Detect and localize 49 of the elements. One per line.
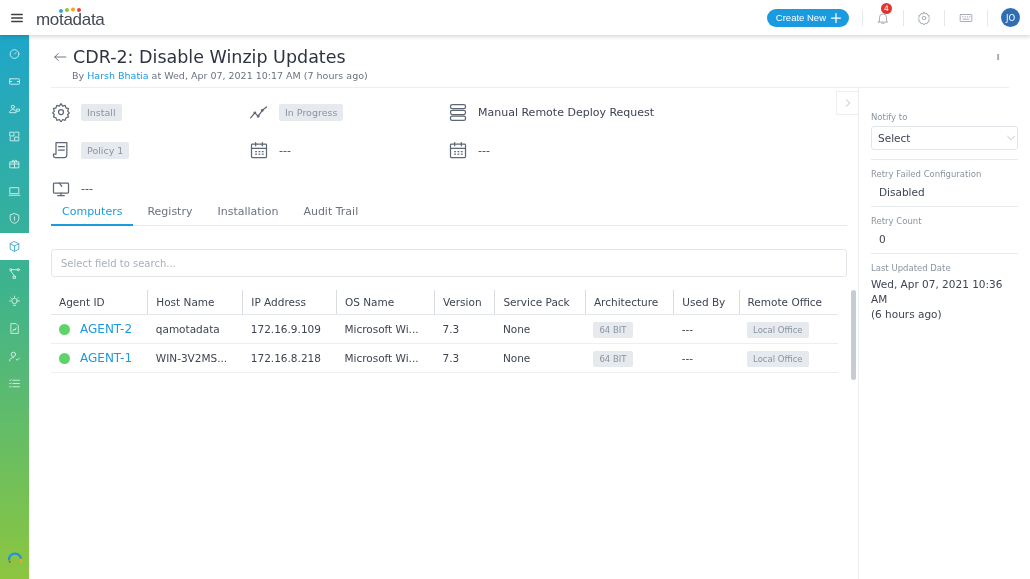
field-label: Retry Count bbox=[871, 216, 923, 226]
page-title: CDR-2: Disable Winzip Updates bbox=[73, 47, 346, 67]
status-tag: In Progress bbox=[279, 103, 344, 121]
table-cell: Microsoft Wi... bbox=[344, 323, 419, 335]
tag: 64 BIT bbox=[593, 322, 633, 338]
column-header[interactable]: Remote Office bbox=[739, 290, 838, 315]
tag: Local Office bbox=[747, 351, 809, 367]
detail-value: --- bbox=[279, 143, 291, 157]
column-header[interactable]: Version bbox=[434, 290, 495, 315]
field-label: Notify to bbox=[871, 112, 909, 122]
column-header[interactable]: Agent ID bbox=[51, 290, 148, 315]
status-tag: Policy 1 bbox=[81, 141, 130, 159]
tab[interactable]: Registry bbox=[136, 199, 204, 226]
logo[interactable]: motadata bbox=[36, 11, 105, 28]
detail-value: --- bbox=[81, 181, 93, 195]
tag: 64 BIT bbox=[593, 351, 633, 367]
field-value: Disabled bbox=[878, 185, 926, 200]
tag: Local Office bbox=[747, 322, 809, 338]
user-avatar[interactable]: JO bbox=[1001, 8, 1020, 27]
column-header[interactable]: Used By bbox=[673, 290, 740, 315]
tab[interactable]: Audit Trail bbox=[292, 199, 370, 226]
byline: By Harsh Bhatia at Wed, Apr 07, 2021 10:17 AM (7 hours ago) bbox=[72, 70, 369, 81]
detail-value: Manual Remote Deploy Request bbox=[478, 105, 655, 119]
table-cell: --- bbox=[681, 352, 694, 364]
table-cell: WIN-3V2MS... bbox=[155, 352, 228, 364]
notify-select[interactable]: Select bbox=[871, 126, 1018, 150]
table-cell: None bbox=[502, 323, 531, 335]
field-label: Last Updated Date bbox=[871, 263, 952, 273]
table-cell: Microsoft Wi... bbox=[344, 352, 419, 364]
tab[interactable]: Installation bbox=[206, 199, 290, 226]
table-cell: 7.3 bbox=[442, 352, 460, 364]
table-cell: None bbox=[502, 352, 531, 364]
table-cell: --- bbox=[681, 323, 694, 335]
table-cell: 7.3 bbox=[442, 323, 460, 335]
detail-value: --- bbox=[478, 143, 490, 157]
field-value: Wed, Apr 07, 2021 10:36 AM bbox=[871, 277, 1004, 307]
field-value: 0 bbox=[878, 232, 887, 247]
status-tag: Install bbox=[81, 103, 122, 121]
column-header[interactable]: Architecture bbox=[585, 290, 674, 315]
column-header[interactable]: Host Name bbox=[147, 290, 243, 315]
column-header[interactable]: Service Pack bbox=[494, 290, 586, 315]
table-cell: 172.16.9.109 bbox=[250, 323, 321, 335]
table-cell: qamotadata bbox=[155, 323, 220, 335]
column-header[interactable]: IP Address bbox=[242, 290, 337, 315]
field-label: Retry Failed Configuration bbox=[871, 169, 983, 179]
field-note: (6 hours ago) bbox=[871, 307, 943, 322]
search-field[interactable]: Select field to search... bbox=[51, 249, 847, 277]
table-cell: 172.16.8.218 bbox=[250, 352, 321, 364]
column-header[interactable]: OS Name bbox=[336, 290, 435, 315]
